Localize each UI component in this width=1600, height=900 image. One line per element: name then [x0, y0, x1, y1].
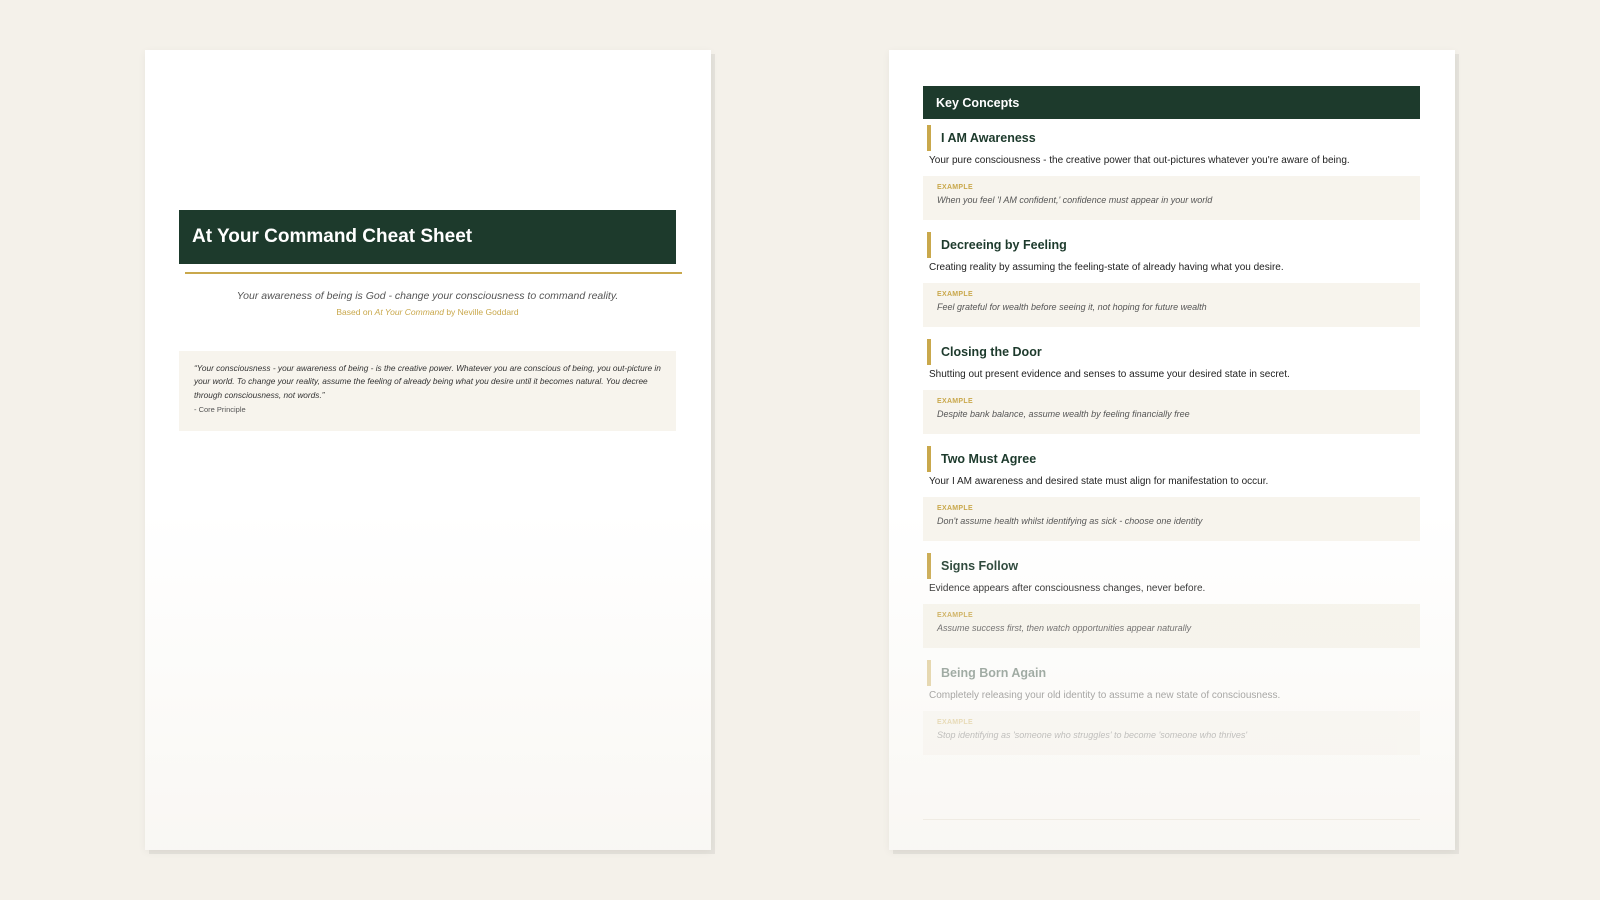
concept-title: Being Born Again	[927, 660, 1046, 686]
example-text: When you feel 'I AM confident,' confiden…	[937, 195, 1213, 205]
core-quote-attribution: - Core Principle	[194, 404, 246, 414]
example-label: EXAMPLE	[937, 184, 973, 191]
example-text: Don't assume health whilst identifying a…	[937, 516, 1203, 526]
cover-page: At Your Command Cheat Sheet Your awarene…	[145, 50, 711, 850]
concept-description: Your I AM awareness and desired state mu…	[929, 476, 1269, 487]
example-text: Assume success first, then watch opportu…	[937, 623, 1192, 633]
byline-prefix: Based on	[336, 307, 375, 317]
page-title: At Your Command Cheat Sheet	[192, 226, 473, 247]
example-label: EXAMPLE	[937, 291, 973, 298]
concept-description: Completely releasing your old identity t…	[929, 690, 1281, 701]
concept-item: I AM Awareness Your pure consciousness -…	[923, 125, 1420, 232]
concept-list: I AM Awareness Your pure consciousness -…	[923, 125, 1420, 767]
concept-description: Creating reality by assuming the feeling…	[929, 262, 1284, 273]
concept-title: Closing the Door	[927, 339, 1042, 365]
concept-title: Signs Follow	[927, 553, 1018, 579]
example-text: Feel grateful for wealth before seeing i…	[937, 302, 1207, 312]
key-concepts-heading: Key Concepts	[936, 95, 1020, 110]
core-quote-box: “Your consciousness - your awareness of …	[179, 351, 676, 431]
concept-item: Signs Follow Evidence appears after cons…	[923, 553, 1420, 660]
key-concepts-page: Key Concepts I AM Awareness Your pure co…	[889, 50, 1455, 850]
example-label: EXAMPLE	[937, 505, 973, 512]
example-label: EXAMPLE	[937, 398, 973, 405]
concept-item: Two Must Agree Your I AM awareness and d…	[923, 446, 1420, 553]
concept-description: Your pure consciousness - the creative p…	[929, 155, 1350, 166]
concept-description: Evidence appears after consciousness cha…	[929, 583, 1206, 594]
page-fade	[145, 510, 711, 850]
example-text: Despite bank balance, assume wealth by f…	[937, 409, 1190, 419]
concept-item: Closing the Door Shutting out present ev…	[923, 339, 1420, 446]
example-box: EXAMPLE Feel grateful for wealth before …	[923, 283, 1420, 327]
example-box: EXAMPLE Assume success first, then watch…	[923, 604, 1420, 648]
footer-divider	[923, 819, 1420, 820]
concept-title: Decreeing by Feeling	[927, 232, 1067, 258]
concept-title: I AM Awareness	[927, 125, 1036, 151]
concept-item: Being Born Again Completely releasing yo…	[923, 660, 1420, 767]
tagline: Your awareness of being is God - change …	[236, 290, 619, 302]
document-canvas: At Your Command Cheat Sheet Your awarene…	[0, 0, 1600, 900]
concept-description: Shutting out present evidence and senses…	[929, 369, 1290, 380]
example-box: EXAMPLE When you feel 'I AM confident,' …	[923, 176, 1420, 220]
title-banner: At Your Command Cheat Sheet	[179, 210, 676, 264]
example-label: EXAMPLE	[937, 612, 973, 619]
concept-item: Decreeing by Feeling Creating reality by…	[923, 232, 1420, 339]
core-quote-text: “Your consciousness - your awareness of …	[194, 363, 661, 400]
byline-author: by Neville Goddard	[443, 307, 519, 317]
example-label: EXAMPLE	[937, 719, 973, 726]
byline: Based on At Your Command by Neville Godd…	[179, 307, 676, 317]
example-box: EXAMPLE Despite bank balance, assume wea…	[923, 390, 1420, 434]
concept-title: Two Must Agree	[927, 446, 1036, 472]
key-concepts-header: Key Concepts	[923, 86, 1420, 119]
example-box: EXAMPLE Don't assume health whilst ident…	[923, 497, 1420, 541]
title-divider	[185, 272, 682, 274]
example-text: Stop identifying as 'someone who struggl…	[937, 730, 1248, 740]
example-box: EXAMPLE Stop identifying as 'someone who…	[923, 711, 1420, 755]
byline-book-title: At Your Command	[374, 307, 444, 317]
